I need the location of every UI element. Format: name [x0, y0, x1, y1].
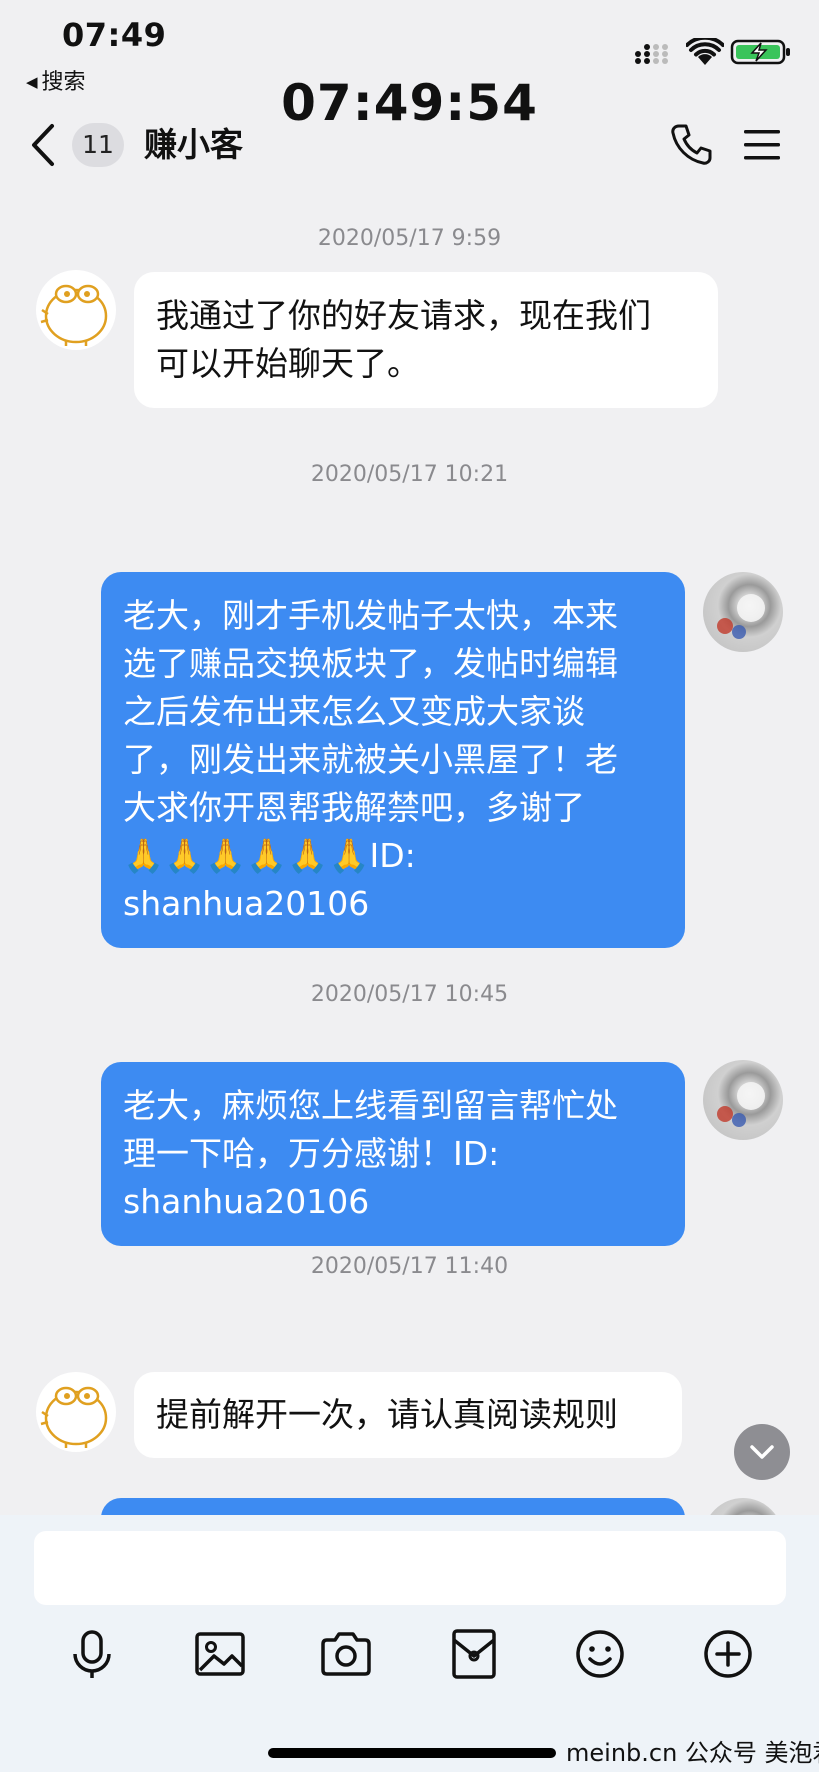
my-avatar[interactable]: [703, 1060, 783, 1140]
message-line: shanhua20106: [123, 884, 370, 923]
message-line: 大求你开恩帮我解禁吧，多谢了: [123, 788, 585, 827]
scroll-to-bottom-button[interactable]: [734, 1424, 790, 1480]
camera-icon[interactable]: [318, 1626, 374, 1682]
incoming-message[interactable]: 我通过了你的好友请求，现在我们 可以开始聊天了。: [134, 272, 718, 408]
cartoon-avatar-icon: [40, 284, 108, 346]
message-timestamp: 2020/05/17 11:40: [310, 1254, 509, 1279]
watermark: meinb.cn 公众号 美泡君: [566, 1739, 819, 1767]
message-line: 之后发布出来怎么又变成大家谈: [123, 692, 585, 731]
message-timestamp: 2020/05/17 9:59: [317, 226, 502, 251]
emoji-icon[interactable]: [572, 1626, 628, 1682]
outgoing-message[interactable]: 老大，刚才手机发帖子太快，本来 选了赚品交换板块了，发帖时编辑 之后发布出来怎么…: [101, 572, 685, 948]
message-line: 提前解开一次，请认真阅读规则: [156, 1395, 618, 1434]
chat-title: 赚小客: [144, 125, 243, 164]
phone-icon[interactable]: [670, 122, 712, 166]
message-line: 我通过了你的好友请求，现在我们: [156, 296, 651, 335]
red-packet-icon[interactable]: [446, 1626, 502, 1682]
message-line: 可以开始聊天了。: [156, 344, 420, 383]
message-line: 选了赚品交换板块了，发帖时编辑: [123, 644, 618, 683]
back-chevron-icon[interactable]: [28, 122, 60, 168]
image-icon[interactable]: [192, 1626, 248, 1682]
photo-avatar-icon: [717, 594, 765, 639]
microphone-icon[interactable]: [64, 1626, 120, 1682]
menu-icon[interactable]: [742, 128, 782, 162]
cartoon-avatar-icon: [40, 1386, 108, 1448]
my-avatar[interactable]: [703, 572, 783, 652]
home-indicator[interactable]: [268, 1748, 556, 1758]
incoming-message[interactable]: 提前解开一次，请认真阅读规则: [134, 1372, 682, 1458]
status-time: 07:49: [62, 16, 167, 54]
wifi-icon: [686, 38, 724, 65]
unread-count-badge[interactable]: 11: [72, 123, 124, 167]
message-line: 🙏🙏🙏🙏🙏🙏ID:: [123, 836, 416, 875]
my-avatar[interactable]: [703, 1498, 783, 1515]
chat-messages[interactable]: 2020/05/17 9:59 我通过了你的好友请求，现在我们 可以开始聊天了。…: [0, 186, 819, 1515]
message-line: 老大，刚才手机发帖子太快，本来: [123, 596, 618, 635]
message-timestamp: 2020/05/17 10:21: [310, 462, 509, 487]
message-line: shanhua20106: [123, 1182, 370, 1221]
photo-avatar-icon: [717, 1082, 765, 1127]
outgoing-message[interactable]: 老大，麻烦您上线看到留言帮忙处 理一下哈，万分感谢！ID: shanhua201…: [101, 1062, 685, 1246]
plus-icon[interactable]: [700, 1626, 756, 1682]
message-input[interactable]: [34, 1531, 786, 1605]
message-line: 了，刚发出来就被关小黑屋了！老: [123, 740, 618, 779]
cellular-signal-icon: [635, 44, 668, 64]
battery-charging-icon: [730, 39, 790, 65]
outgoing-message-partial[interactable]: [101, 1498, 685, 1515]
contact-avatar[interactable]: [36, 270, 116, 350]
chevron-down-icon: [750, 1445, 774, 1459]
message-line: 老大，麻烦您上线看到留言帮忙处: [123, 1086, 618, 1125]
message-timestamp: 2020/05/17 10:45: [310, 982, 509, 1007]
message-line: 理一下哈，万分感谢！ID:: [123, 1134, 500, 1173]
contact-avatar[interactable]: [36, 1372, 116, 1452]
